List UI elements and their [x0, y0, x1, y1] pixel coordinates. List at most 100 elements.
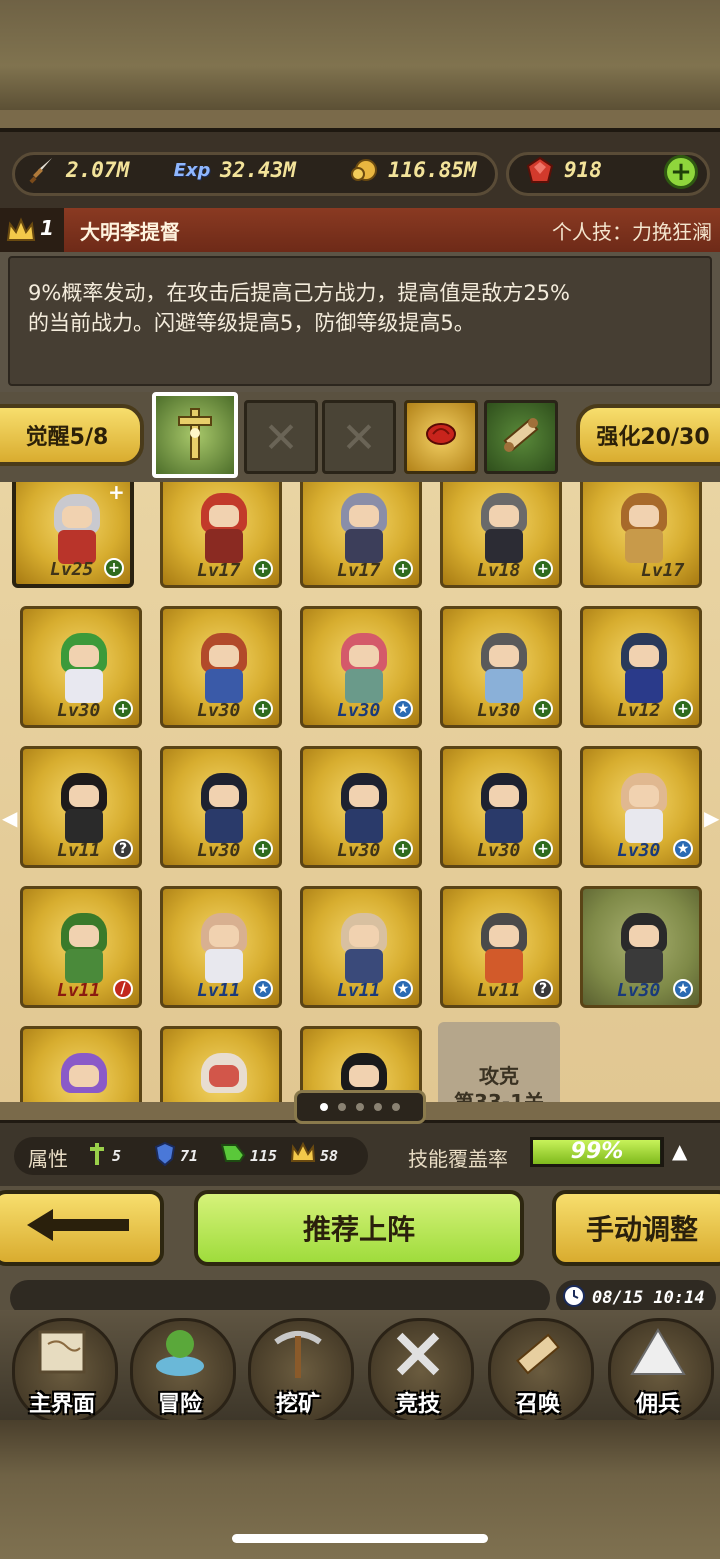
bottom-nav: 主界面 冒险 挖矿 竞技 召唤 佣兵	[0, 1310, 720, 1424]
hero-card[interactable]: Lv11 ★	[160, 886, 282, 1008]
equip-slot-empty-2[interactable]: ✕	[322, 400, 396, 474]
equip-slot-rose[interactable]	[404, 400, 478, 474]
home-indicator[interactable]	[232, 1534, 488, 1543]
star-badge-icon: ★	[253, 979, 273, 999]
manual-adjust-button[interactable]: 手动调整	[552, 1190, 720, 1266]
page-dot[interactable]	[392, 1103, 400, 1111]
hero-card[interactable]: Lv11 /	[20, 886, 142, 1008]
page-dot[interactable]	[374, 1103, 382, 1111]
crossed-swords-icon	[388, 1324, 448, 1384]
attribute-value: 71	[180, 1147, 199, 1165]
hero-face	[209, 1065, 239, 1087]
rose-icon	[421, 418, 461, 456]
nav-mining[interactable]: 挖矿	[240, 1310, 356, 1424]
hero-grid: + Lv25 + Lv17 + Lv17 + Lv18 + Lv17 Lv30 …	[0, 482, 720, 1102]
back-button[interactable]	[0, 1190, 164, 1266]
nav-mercenary[interactable]: 佣兵	[600, 1310, 716, 1424]
hero-card[interactable]: Lv30 +	[160, 746, 282, 868]
gold-resource: 116.85M	[346, 150, 477, 190]
hero-level: Lv17	[641, 560, 685, 581]
attribute-bar: 属性 5 71 115 58 技能覆盖率 99% ▲	[0, 1120, 720, 1189]
hero-card[interactable]: Lv30 ★	[580, 746, 702, 868]
hero-face	[489, 785, 519, 807]
hero-card[interactable]: Lv17	[580, 482, 702, 588]
hero-card[interactable]	[160, 1026, 282, 1102]
action-row: 推荐上阵 手动调整	[0, 1186, 720, 1274]
hero-face	[69, 1065, 99, 1087]
hero-card[interactable]: Lv11 ?	[20, 746, 142, 868]
hero-body	[65, 949, 103, 983]
hero-personal-skill: 个人技：力挽狂澜	[552, 220, 712, 244]
hero-level: Lv18	[477, 560, 521, 581]
hero-level: Lv30	[337, 840, 381, 861]
nav-adventure[interactable]: 冒险	[122, 1310, 238, 1424]
hero-card[interactable]: Lv30 +	[160, 606, 282, 728]
hero-face	[209, 925, 239, 947]
hero-card[interactable]: Lv30 +	[300, 746, 422, 868]
hero-card[interactable]: Lv18 +	[440, 482, 562, 588]
gem-resource: 918	[522, 150, 602, 190]
hero-face	[209, 505, 239, 527]
gold-value: 116.85M	[388, 158, 477, 182]
crown-icon	[6, 216, 36, 248]
hero-body	[485, 809, 523, 843]
add-gems-button[interactable]: +	[664, 155, 698, 189]
hero-body	[205, 809, 243, 843]
hero-card[interactable]: Lv30 +	[440, 606, 562, 728]
plus-badge-icon: +	[393, 559, 413, 579]
description-box: 9%概率发动，在攻击后提高己方战力，提高值是敌方25% 的当前战力。闪避等级提高…	[8, 256, 712, 386]
hero-level: Lv30	[197, 840, 241, 861]
hero-card[interactable]: Lv30 +	[20, 606, 142, 728]
hero-card[interactable]: Lv12 +	[580, 606, 702, 728]
nav-main[interactable]: 主界面	[4, 1310, 120, 1424]
hero-card[interactable]: Lv11 ?	[440, 886, 562, 1008]
hero-rank: 1	[40, 216, 54, 240]
locked-label: 攻克	[479, 1064, 519, 1088]
scroll-right-arrow-icon[interactable]: ▶	[704, 806, 720, 830]
nav-label: 冒险	[157, 1392, 202, 1417]
nav-arena[interactable]: 竞技	[360, 1310, 476, 1424]
hero-card[interactable]: Lv30 ★	[580, 886, 702, 1008]
plus-badge-icon: +	[113, 699, 133, 719]
locked-slot: 攻克 第33-1关	[438, 1022, 560, 1102]
coverage-label: 技能覆盖率	[408, 1147, 508, 1171]
plus-badge-icon: +	[104, 558, 124, 578]
rank-box: 1	[0, 208, 64, 252]
recommend-button[interactable]: 推荐上阵	[194, 1190, 524, 1266]
hero-card[interactable]: Lv30 ★	[300, 606, 422, 728]
plus-badge-icon: +	[533, 559, 553, 579]
question-badge-icon: ?	[533, 979, 553, 999]
equip-slot-empty-1[interactable]: ✕	[244, 400, 318, 474]
gem-value: 918	[564, 158, 602, 182]
page-dot[interactable]	[338, 1103, 346, 1111]
holy-staff-small-icon	[86, 1141, 108, 1171]
nav-label: 佣兵	[635, 1392, 680, 1417]
hero-body	[485, 669, 523, 703]
enhance-button[interactable]: 强化20/30	[576, 404, 720, 466]
hero-face	[489, 645, 519, 667]
hero-card[interactable]: Lv11 ★	[300, 886, 422, 1008]
description-line: 9%概率发动，在攻击后提高己方战力，提高值是敌方25%	[28, 281, 570, 305]
equip-slot-selected[interactable]	[152, 392, 238, 478]
hero-body	[625, 949, 663, 983]
clock-time: 08/15 10:14	[592, 1288, 705, 1308]
scroll-left-arrow-icon[interactable]: ◀	[2, 806, 18, 830]
plus-badge-icon: +	[253, 839, 273, 859]
hero-level: Lv30	[337, 700, 381, 721]
hero-card[interactable]	[20, 1026, 142, 1102]
locked-stage: 第33-1关	[453, 1090, 545, 1102]
shield-icon	[154, 1141, 176, 1171]
hero-card[interactable]: Lv30 +	[440, 746, 562, 868]
page-dot[interactable]	[320, 1103, 328, 1111]
exp-resource: Exp 32.43M	[170, 150, 296, 190]
hero-card[interactable]: Lv17 +	[300, 482, 422, 588]
awaken-button[interactable]: 觉醒5/8	[0, 404, 144, 466]
page-dot[interactable]	[356, 1103, 364, 1111]
hero-face	[209, 645, 239, 667]
hero-card[interactable]: Lv17 +	[160, 482, 282, 588]
nav-summon[interactable]: 召唤	[480, 1310, 596, 1424]
plus-badge-icon: +	[533, 699, 553, 719]
hero-card[interactable]: + Lv25 +	[12, 482, 134, 588]
expand-up-arrow-icon[interactable]: ▲	[672, 1139, 687, 1163]
equip-slot-scroll[interactable]	[484, 400, 558, 474]
